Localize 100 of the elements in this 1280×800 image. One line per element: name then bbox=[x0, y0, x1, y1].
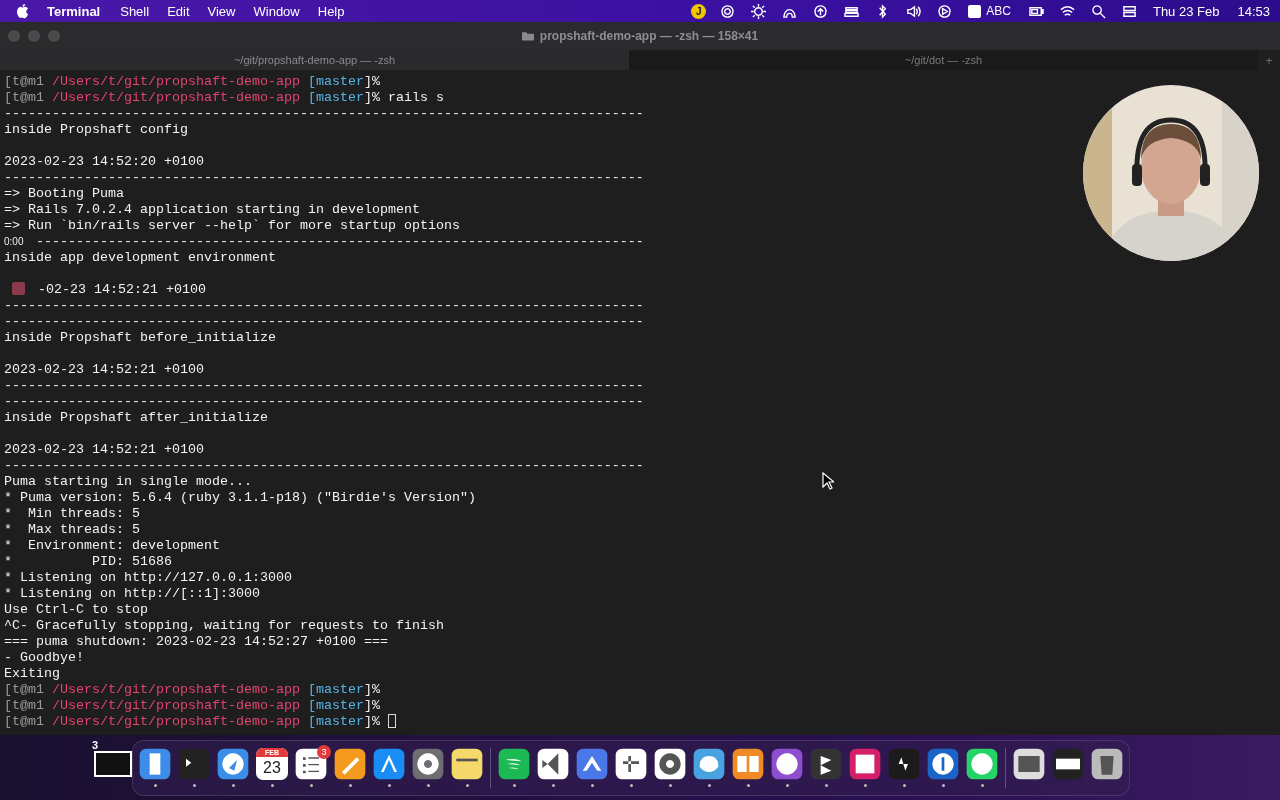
video-time: 0:00 bbox=[4, 235, 25, 249]
folder-icon bbox=[521, 31, 534, 41]
output-line: Puma starting in single mode... bbox=[4, 474, 252, 490]
output-line: * Min threads: 5 bbox=[4, 506, 140, 522]
prompt-path: /Users/t/git/propshaft-demo-app bbox=[52, 90, 300, 106]
input-source-label[interactable]: ABC bbox=[986, 4, 1011, 18]
output-line: => Booting Puma bbox=[4, 186, 124, 202]
space-number: 3 bbox=[92, 739, 99, 751]
app-icon[interactable] bbox=[966, 748, 998, 780]
output-line: -------------------------------------------------------------------------------- bbox=[4, 298, 644, 314]
prompt-user: [t@m1 bbox=[4, 74, 44, 90]
output-line: * PID: 51686 bbox=[4, 554, 172, 570]
output-line: Use Ctrl-C to stop bbox=[4, 602, 148, 618]
output-line: * Puma version: 5.6.4 (ruby 3.1.1-p18) ("Birdie's Version") bbox=[4, 490, 476, 506]
output-line: inside app development environment bbox=[4, 250, 276, 266]
output-line: * Max threads: 5 bbox=[4, 522, 140, 538]
window-title: propshaft-demo-app — -zsh — 158×41 bbox=[539, 29, 759, 43]
app-icon[interactable] bbox=[1013, 748, 1045, 780]
prompt-user: [t@m1 bbox=[4, 698, 44, 714]
calendar-day: 23 bbox=[263, 757, 281, 779]
output-line: * Listening on http://127.0.0.1:3000 bbox=[4, 570, 292, 586]
notification-badge: 3 bbox=[317, 744, 331, 759]
prompt-user: [t@m1 bbox=[4, 682, 44, 698]
app-icon[interactable] bbox=[139, 748, 171, 780]
circle-arrow-icon[interactable] bbox=[813, 3, 829, 19]
menu-item[interactable]: Help bbox=[317, 3, 345, 19]
output-line: => Rails 7.0.2.4 application starting in development bbox=[4, 202, 420, 218]
output-line: -------------------------------------------------------------------------------- bbox=[4, 458, 644, 474]
prompt-branch: [master bbox=[307, 90, 364, 106]
prompt-branch: [master bbox=[307, 74, 364, 90]
output-line: ^C- Gracefully stopping, waiting for requests to finish bbox=[4, 618, 444, 634]
app-icon[interactable] bbox=[576, 748, 608, 780]
app-icon[interactable] bbox=[498, 748, 530, 780]
prompt-branch: [master bbox=[307, 698, 364, 714]
app-icon[interactable] bbox=[888, 748, 920, 780]
prompt-sign: ]% bbox=[363, 698, 380, 714]
output-line: -------------------------------------------------------------------------------- bbox=[4, 378, 644, 394]
app-icon[interactable] bbox=[1052, 748, 1084, 780]
prompt-path: /Users/t/git/propshaft-demo-app bbox=[52, 714, 300, 730]
prompt-path: /Users/t/git/propshaft-demo-app bbox=[52, 698, 300, 714]
app-icon[interactable] bbox=[732, 748, 764, 780]
apple-logo-icon[interactable] bbox=[16, 3, 29, 19]
mouse-pointer-icon bbox=[822, 472, 834, 490]
control-center-icon[interactable] bbox=[1121, 3, 1137, 19]
output-line: inside Propshaft config bbox=[4, 122, 188, 138]
output-line: -------------------------------------------------------------------------------- bbox=[4, 314, 644, 330]
prompt-sign: ]% bbox=[363, 714, 380, 730]
input-source-icon[interactable] bbox=[968, 4, 982, 18]
prompt-branch: [master bbox=[307, 682, 364, 698]
menu-bar-time[interactable]: 14:53 bbox=[1237, 3, 1270, 19]
menu-bar-date[interactable]: Thu 23 Feb bbox=[1152, 3, 1220, 19]
app-icon[interactable] bbox=[334, 748, 366, 780]
prompt-path: /Users/t/git/propshaft-demo-app bbox=[52, 682, 300, 698]
tab[interactable]: ~/git/propshaft-demo-app — -zsh bbox=[0, 50, 629, 70]
app-icon[interactable] bbox=[295, 748, 327, 780]
output-line: -------------------------------------------------------------------------------- bbox=[4, 170, 644, 186]
prompt-user: [t@m1 bbox=[4, 90, 44, 106]
output-line: -02-23 14:52:21 +0100 bbox=[38, 282, 206, 298]
app-icon[interactable] bbox=[693, 748, 725, 780]
app-icon[interactable] bbox=[412, 748, 444, 780]
wifi-icon[interactable] bbox=[1059, 3, 1075, 19]
app-icon[interactable] bbox=[451, 748, 483, 780]
prompt-path: /Users/t/git/propshaft-demo-app bbox=[52, 74, 300, 90]
app-icon[interactable] bbox=[771, 748, 803, 780]
output-line: ---------------------------------------------------------------------------- bbox=[36, 234, 644, 250]
output-line: 2023-02-23 14:52:20 +0100 bbox=[4, 154, 204, 170]
app-icon[interactable] bbox=[654, 748, 686, 780]
menu-item[interactable]: Shell bbox=[120, 3, 150, 19]
output-line: * Environment: development bbox=[4, 538, 220, 554]
prompt-user: [t@m1 bbox=[4, 714, 44, 730]
app-icon[interactable] bbox=[849, 748, 881, 780]
prompt-sign: ]% bbox=[363, 90, 380, 106]
app-icon[interactable] bbox=[927, 748, 959, 780]
ring-icon[interactable] bbox=[720, 3, 736, 19]
output-line: => Run `bin/rails server --help` for more startup options bbox=[4, 218, 460, 234]
menu-item[interactable]: Window bbox=[253, 3, 300, 19]
output-line: * Listening on http://[::1]:3000 bbox=[4, 586, 260, 602]
app-icon[interactable] bbox=[217, 748, 249, 780]
output-line: inside Propshaft after_initialize bbox=[4, 410, 268, 426]
app-icon[interactable] bbox=[537, 748, 569, 780]
search-icon[interactable] bbox=[1090, 3, 1106, 19]
app-icon[interactable] bbox=[615, 748, 647, 780]
output-line: === puma shutdown: 2023-02-23 14:52:27 +0100 === bbox=[4, 634, 388, 650]
prompt-branch: [master bbox=[307, 714, 364, 730]
speaker-icon[interactable] bbox=[906, 3, 922, 19]
menu-item[interactable]: View bbox=[207, 3, 236, 19]
app-icon[interactable] bbox=[373, 748, 405, 780]
output-line: 2023-02-23 14:52:21 +0100 bbox=[4, 362, 204, 378]
app-menu[interactable]: Terminal bbox=[47, 3, 101, 19]
output-line: -------------------------------------------------------------------------------- bbox=[4, 394, 644, 410]
output-line: -------------------------------------------------------------------------------- bbox=[4, 106, 644, 122]
prompt-sign: ]% bbox=[363, 682, 380, 698]
menu-item[interactable]: Edit bbox=[167, 3, 190, 19]
app-icon[interactable] bbox=[1091, 748, 1123, 780]
output-line: 2023-02-23 14:52:21 +0100 bbox=[4, 442, 204, 458]
sun-icon[interactable] bbox=[751, 3, 767, 19]
output-line: inside Propshaft before_initialize bbox=[4, 330, 276, 346]
play-icon[interactable] bbox=[937, 3, 953, 19]
user-avatar[interactable]: J bbox=[691, 3, 707, 19]
app-icon[interactable] bbox=[810, 748, 842, 780]
